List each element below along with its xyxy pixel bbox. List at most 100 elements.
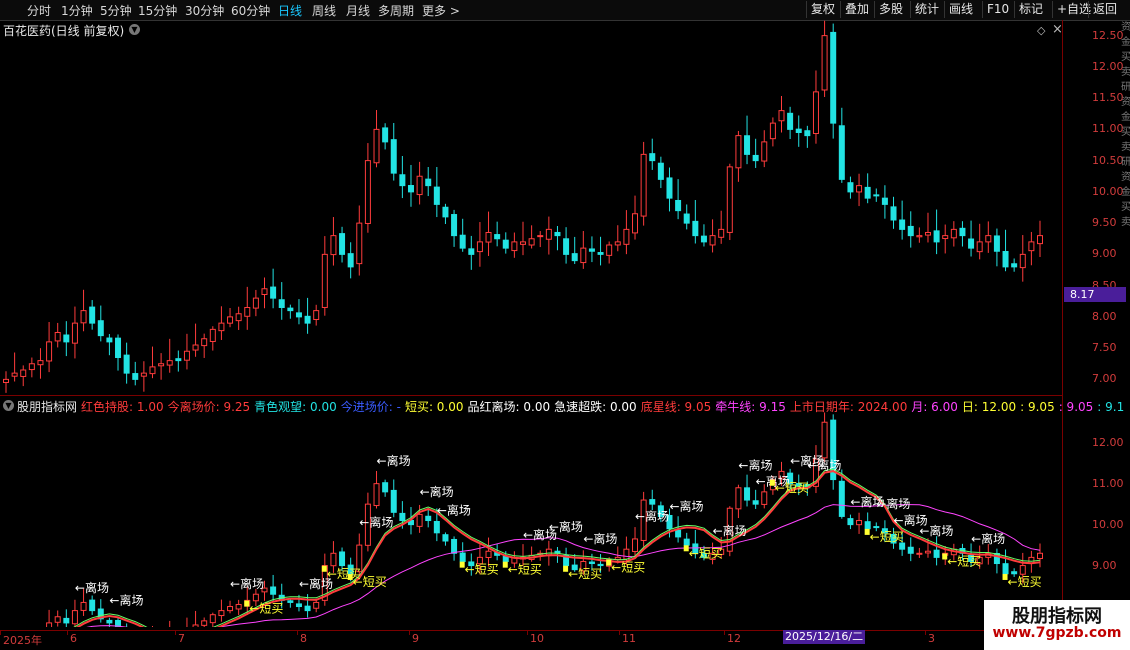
toolbar-button-2[interactable]: 多股: [874, 1, 907, 18]
candle-body: [407, 185, 414, 193]
candle-body: [201, 620, 208, 626]
candle-body: [545, 228, 552, 240]
indicator-name: 股朋指标网: [17, 400, 78, 414]
candle-body: [28, 363, 35, 371]
candle-body: [683, 213, 690, 224]
candle-body: [451, 538, 458, 554]
candle-body: [235, 603, 242, 610]
chevron-down-icon[interactable]: ▼: [3, 400, 14, 411]
period-1[interactable]: 1分钟: [61, 2, 93, 19]
candle-body: [433, 186, 440, 205]
candle-body: [46, 341, 53, 362]
date-tick: 11: [622, 632, 636, 645]
candle-body: [175, 358, 182, 362]
toolbar-button-4[interactable]: 画线: [944, 1, 977, 18]
toolbar-button-3[interactable]: 统计: [910, 1, 943, 18]
candle-body: [864, 521, 871, 530]
indicator-chart: ←离场←离场←离场 ←离场←离场←离场←离场←离场←离场←离场←离场←离场←离场←…: [46, 412, 1043, 627]
candle-body: [442, 534, 449, 542]
date-axis: 2025年678910111223: [0, 630, 1062, 647]
candle-body: [218, 322, 225, 332]
candle-body: [1011, 571, 1018, 575]
indicator-value: 青色观望: 0.00: [254, 400, 337, 414]
candle-body: [278, 299, 285, 309]
date-highlight: 2025/12/16/二: [783, 630, 866, 644]
candle-body: [270, 286, 277, 299]
price-tick: 7.00: [1092, 372, 1117, 386]
date-tick-mark: [925, 631, 926, 635]
candle-body: [313, 601, 320, 609]
period-0[interactable]: 分时: [27, 2, 51, 19]
candle-body: [89, 306, 96, 324]
price-tick: 9.00: [1092, 247, 1117, 261]
period-10[interactable]: 更多 >: [422, 2, 460, 19]
period-8[interactable]: 月线: [346, 2, 370, 19]
candle-body: [425, 515, 432, 522]
candle-body: [71, 610, 78, 625]
candle-body: [295, 312, 302, 318]
candle-body: [459, 234, 466, 249]
candle-body: [976, 241, 983, 253]
candle-body: [821, 35, 828, 91]
period-4[interactable]: 30分钟: [185, 2, 224, 19]
candle-body: [63, 334, 70, 343]
candle-body: [623, 228, 630, 245]
candle-body: [606, 244, 613, 256]
toolbar-button-1[interactable]: 叠加: [840, 1, 873, 18]
candle-body: [80, 601, 87, 611]
candle-body: [485, 232, 492, 243]
candle-body: [399, 174, 406, 187]
date-tick: 8: [300, 632, 307, 645]
price-tick: 8.00: [1092, 309, 1117, 323]
candle-body: [657, 162, 664, 180]
candle-body: [838, 480, 845, 517]
indicator-value: 月: 6.00: [911, 400, 958, 414]
candle-body: [54, 332, 61, 342]
candle-body: [416, 513, 423, 527]
candle-body: [933, 549, 940, 558]
candle-body: [597, 563, 604, 567]
price-tick: 9.50: [1092, 216, 1117, 230]
candle-body: [821, 421, 828, 459]
candle-body: [907, 546, 914, 554]
candle-body: [614, 556, 621, 560]
candle-body: [899, 219, 906, 230]
indicator-value: 红色持股: 1.00: [81, 400, 164, 414]
leave-signal: ←离场: [713, 523, 747, 538]
candle-body: [339, 233, 346, 255]
period-3[interactable]: 15分钟: [138, 2, 177, 19]
indicator-value: 今离场价: 9.25: [167, 400, 251, 414]
candle-body: [847, 518, 854, 526]
candle-body: [106, 337, 113, 343]
price-tick: 10.00: [1092, 184, 1124, 198]
candle-body: [287, 600, 294, 603]
toolbar-button-8[interactable]: 返回: [1088, 1, 1121, 18]
candle-body: [390, 139, 397, 174]
period-6[interactable]: 日线: [278, 2, 302, 19]
date-tick-mark: [619, 631, 620, 635]
candle-body: [916, 235, 923, 238]
date-tick-mark: [297, 631, 298, 635]
candle-body: [106, 619, 113, 624]
candle-body: [364, 160, 371, 224]
candle-body: [735, 487, 742, 510]
buy-signal: ←短买: [353, 575, 387, 589]
period-5[interactable]: 60分钟: [231, 2, 270, 19]
period-7[interactable]: 周线: [312, 2, 336, 19]
toolbar-button-0[interactable]: 复权: [806, 1, 839, 18]
candle-body: [442, 206, 449, 218]
candle-body: [1002, 563, 1009, 575]
candle-body: [459, 552, 466, 562]
candle-body: [468, 248, 475, 255]
leave-signal: ←离场: [807, 457, 841, 472]
date-tick: 6: [70, 632, 77, 645]
period-2[interactable]: 5分钟: [100, 2, 132, 19]
candle-body: [494, 234, 501, 240]
period-toolbar: 分时 1分钟 5分钟 15分钟 30分钟 60分钟 日线 周线 月线 多周期 更多 > 复权 叠加 多股统…: [0, 0, 1130, 21]
period-9[interactable]: 多周期: [378, 2, 414, 19]
candle-body: [80, 310, 87, 324]
toolbar-button-6[interactable]: 标记: [1014, 1, 1047, 18]
date-tick: 3: [928, 632, 935, 645]
toolbar-button-5[interactable]: F10: [982, 1, 1013, 18]
candle-body: [700, 235, 707, 243]
